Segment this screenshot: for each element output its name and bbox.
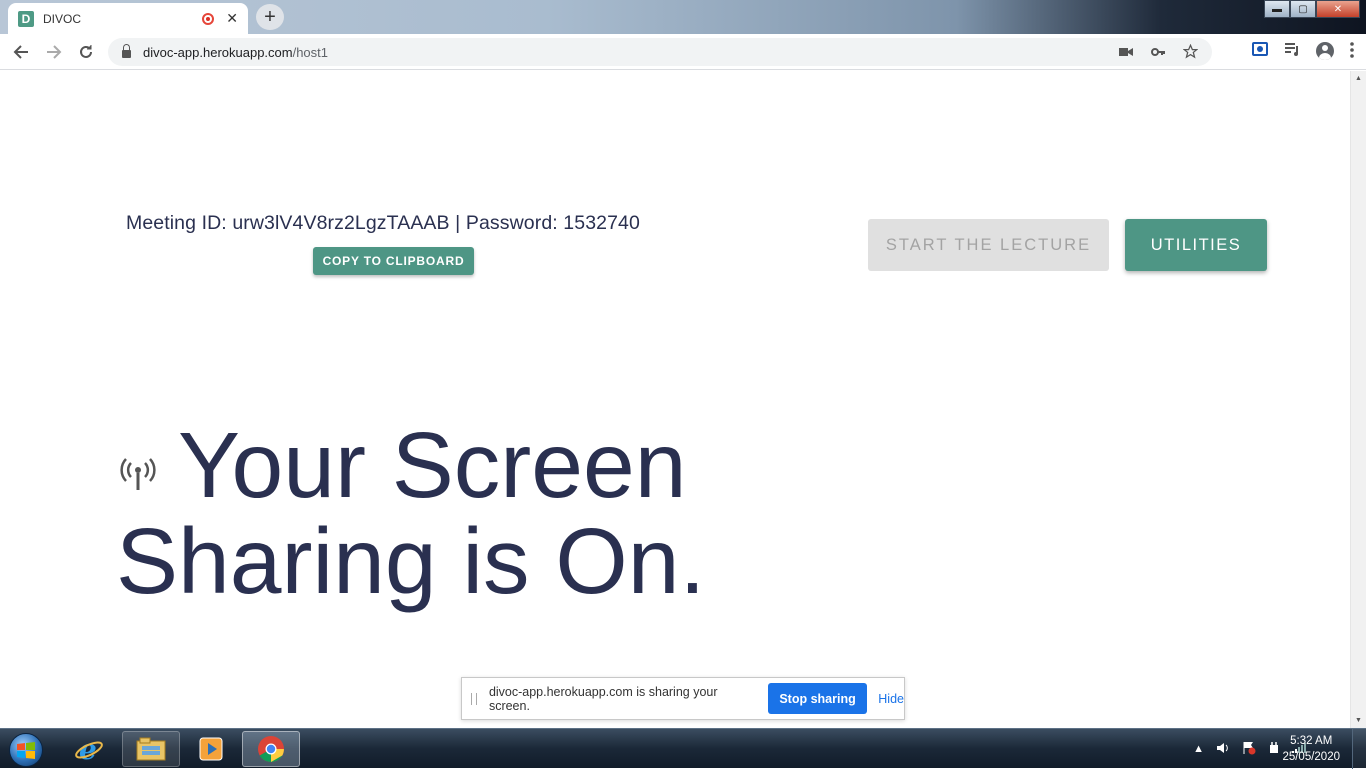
back-arrow-icon[interactable] xyxy=(9,41,33,63)
stop-sharing-button[interactable]: Stop sharing xyxy=(767,683,868,714)
key-icon[interactable] xyxy=(1151,44,1165,62)
lock-icon xyxy=(122,44,131,58)
windows-flag-icon xyxy=(17,742,35,759)
headline-line-2: Sharing is On. xyxy=(116,509,706,613)
address-bar[interactable]: divoc-app.herokuapp.com/host1 xyxy=(108,38,1212,66)
reload-icon[interactable] xyxy=(74,41,98,63)
power-plug-icon[interactable] xyxy=(1268,741,1280,758)
drag-handle-icon[interactable] xyxy=(471,692,477,705)
new-tab-button[interactable]: + xyxy=(256,4,284,30)
screen-share-extension-icon[interactable] xyxy=(1252,42,1268,56)
share-message: divoc-app.herokuapp.com is sharing your … xyxy=(488,684,718,713)
page-scrollbar[interactable]: ▲ ▼ xyxy=(1350,71,1366,728)
profile-avatar-icon[interactable] xyxy=(1316,42,1334,60)
maximize-button[interactable]: ▢ xyxy=(1290,0,1316,18)
scroll-up-icon[interactable]: ▲ xyxy=(1355,75,1362,82)
bookmark-star-icon[interactable] xyxy=(1182,43,1199,62)
divoc-favicon-icon: D xyxy=(18,10,34,27)
internet-explorer-taskbar-icon[interactable]: e xyxy=(60,731,118,767)
media-player-taskbar-icon[interactable] xyxy=(182,731,240,767)
headline-line-1: Your Screen xyxy=(178,413,687,517)
browser-tab[interactable]: D DIVOC ✕ xyxy=(8,3,248,34)
minimize-button[interactable]: ▬ xyxy=(1264,0,1290,18)
camera-icon[interactable] xyxy=(1119,44,1133,62)
screen-sharing-headline: Your Screen Sharing is On. xyxy=(116,417,736,609)
window-controls: ▬ ▢ ✕ xyxy=(1264,0,1360,18)
start-lecture-button[interactable]: START THE LECTURE xyxy=(868,219,1109,271)
recording-indicator-icon xyxy=(202,12,215,25)
forward-arrow-icon[interactable] xyxy=(42,41,66,63)
utilities-button[interactable]: UTILITIES xyxy=(1125,219,1267,271)
windows-taskbar: e ▲ 5:32 AM 25/05/2020 xyxy=(0,728,1366,769)
browser-toolbar: divoc-app.herokuapp.com/host1 xyxy=(0,34,1366,70)
url-text: divoc-app.herokuapp.com/host1 xyxy=(143,44,329,60)
scroll-down-icon[interactable]: ▼ xyxy=(1355,717,1362,724)
show-hidden-icons-icon[interactable]: ▲ xyxy=(1193,743,1204,755)
taskbar-clock[interactable]: 5:32 AM 25/05/2020 xyxy=(1282,733,1340,765)
media-queue-icon[interactable] xyxy=(1284,42,1300,62)
file-explorer-taskbar-icon[interactable] xyxy=(122,731,180,767)
tab-title: DIVOC xyxy=(43,11,82,26)
screen-share-notification: divoc-app.herokuapp.com is sharing your … xyxy=(461,677,905,720)
tab-close-icon[interactable]: ✕ xyxy=(226,10,238,27)
action-center-flag-icon[interactable] xyxy=(1242,741,1256,758)
volume-icon[interactable] xyxy=(1216,742,1230,757)
chrome-taskbar-icon[interactable] xyxy=(242,731,300,767)
close-window-button[interactable]: ✕ xyxy=(1316,0,1360,18)
meeting-credentials: Meeting ID: urw3lV4V8rz2LgzTAAAB | Passw… xyxy=(126,212,640,234)
show-desktop-button[interactable] xyxy=(1352,729,1366,769)
hide-link[interactable]: Hide xyxy=(878,692,904,706)
tab-strip: D DIVOC ✕ + ▬ ▢ ✕ xyxy=(0,0,1366,34)
start-button[interactable] xyxy=(4,731,48,767)
clock-date: 25/05/2020 xyxy=(1282,751,1340,763)
page-content: Meeting ID: urw3lV4V8rz2LgzTAAAB | Passw… xyxy=(0,71,1350,728)
copy-to-clipboard-button[interactable]: COPY TO CLIPBOARD xyxy=(313,247,474,275)
menu-kebab-icon[interactable] xyxy=(1350,42,1354,62)
clock-time: 5:32 AM xyxy=(1290,735,1333,747)
